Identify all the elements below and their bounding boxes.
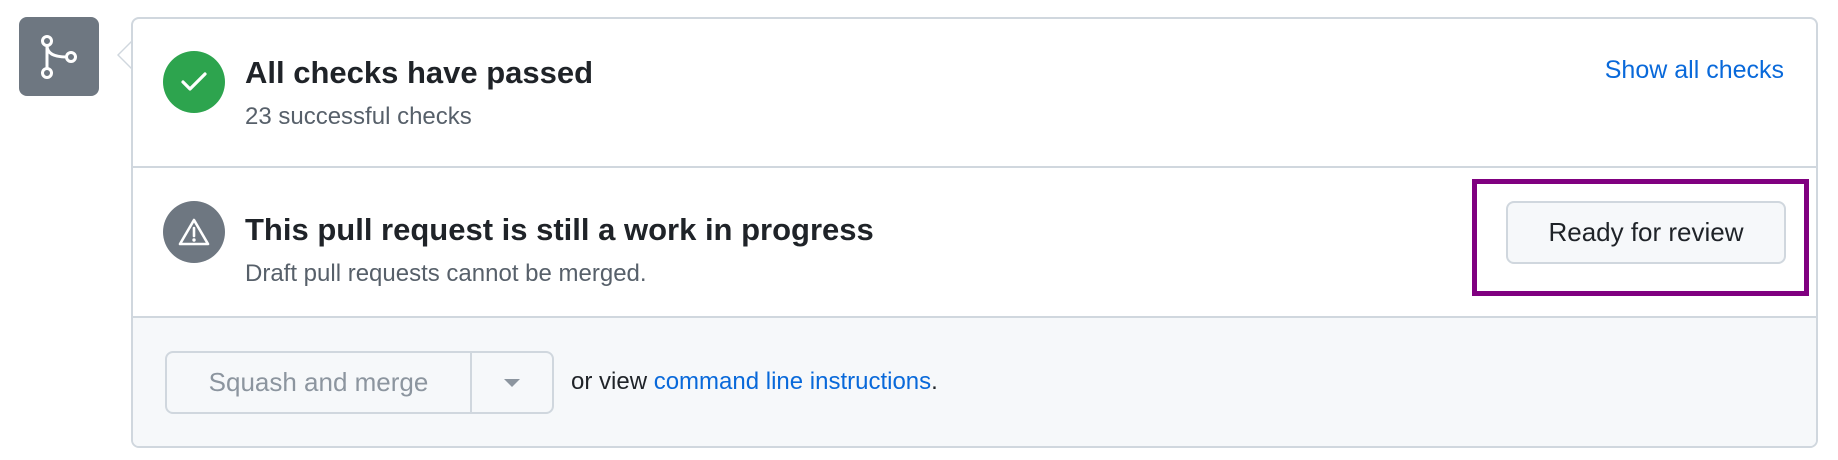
- command-line-instructions-link[interactable]: command line instructions: [654, 368, 931, 395]
- checks-section: All checks have passed 23 successful che…: [133, 19, 1816, 168]
- merge-box-area: All checks have passed 23 successful che…: [0, 0, 1838, 460]
- draft-title: This pull request is still a work in pro…: [245, 212, 874, 247]
- checks-title: All checks have passed: [245, 55, 594, 90]
- checks-subtitle: 23 successful checks: [245, 103, 472, 130]
- draft-section: This pull request is still a work in pro…: [133, 168, 1816, 318]
- merge-instructions: or view command line instructions.: [571, 368, 938, 396]
- check-icon: [163, 51, 225, 113]
- git-merge-icon: [19, 17, 99, 96]
- merge-method-dropdown[interactable]: [472, 353, 552, 412]
- merge-button-group: Squash and merge: [165, 351, 554, 414]
- or-view-text: or view: [571, 368, 654, 395]
- merge-status-card: All checks have passed 23 successful che…: [131, 17, 1818, 448]
- ready-for-review-button[interactable]: Ready for review: [1506, 201, 1786, 264]
- period-text: .: [931, 368, 938, 395]
- alert-icon: [163, 201, 225, 263]
- merge-section: Squash and merge or view command line in…: [133, 318, 1816, 446]
- squash-and-merge-button[interactable]: Squash and merge: [167, 353, 472, 412]
- draft-subtitle: Draft pull requests cannot be merged.: [245, 260, 647, 287]
- triangle-down-icon: [504, 378, 520, 387]
- show-all-checks-link[interactable]: Show all checks: [1605, 56, 1784, 85]
